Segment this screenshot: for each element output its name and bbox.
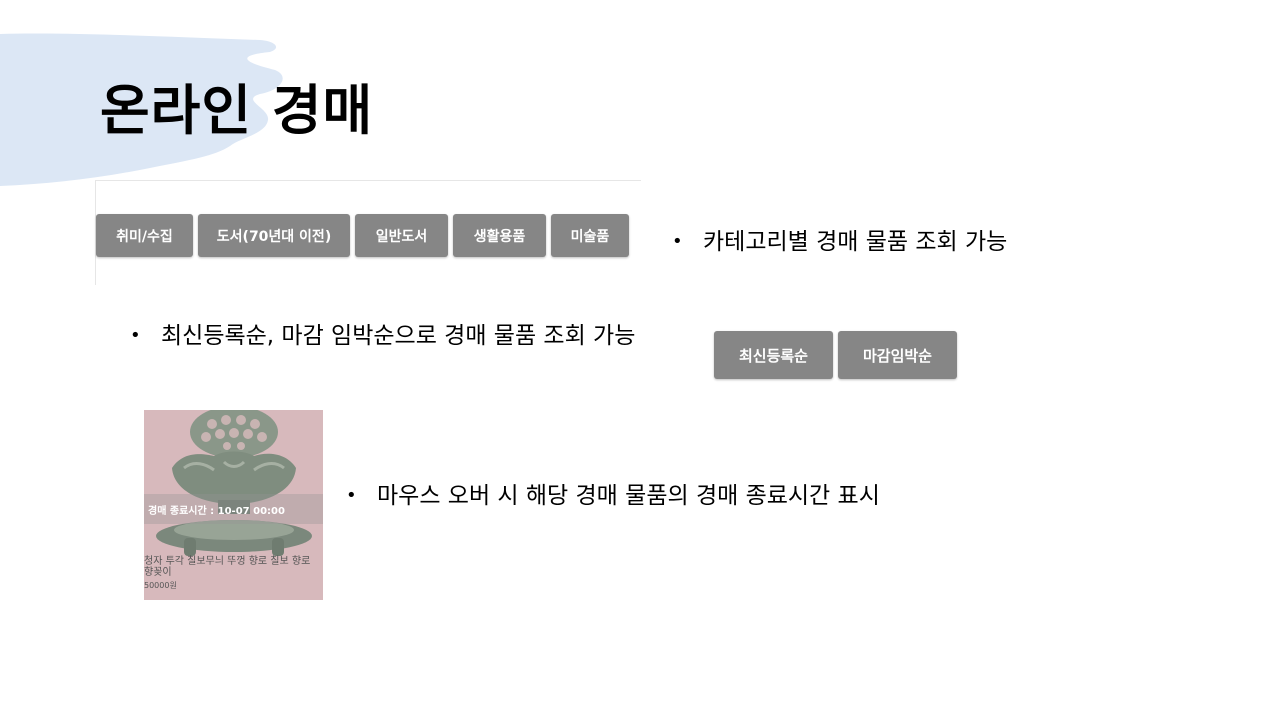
bullet-category-text: 카테고리별 경매 물품 조회 가능: [703, 229, 1008, 255]
category-panel: 취미/수집 도서(70년대 이전) 일반도서 생활용품 미술품: [95, 180, 641, 285]
auction-item-name: 청자 투각 칠보무늬 뚜껑 향로 칠보 향로 향꽂이: [144, 556, 311, 578]
sort-latest-button[interactable]: 최신등록순: [714, 331, 833, 379]
auction-item-card[interactable]: 경매 종료시간 : 10-07 00:00 청자 투각 칠보무늬 뚜껑 향로 칠…: [144, 410, 323, 600]
auction-item-price: 50000원: [144, 581, 177, 590]
category-button-art[interactable]: 미술품: [551, 214, 629, 257]
bullet-sort-text: 최신등록순, 마감 임박순으로 경매 물품 조회 가능: [161, 323, 636, 349]
bullet-hover-text: 마우스 오버 시 해당 경매 물품의 경매 종료시간 표시: [377, 483, 880, 509]
slide-title: 온라인 경매: [100, 79, 374, 142]
bullet-dot-icon: •: [672, 231, 683, 252]
category-button-row: 취미/수집 도서(70년대 이전) 일반도서 생활용품 미술품: [96, 214, 629, 257]
bullet-dot-icon: •: [130, 325, 141, 346]
category-button-general-books[interactable]: 일반도서: [355, 214, 448, 257]
bullet-hover: • 마우스 오버 시 해당 경매 물품의 경매 종료시간 표시: [346, 482, 906, 510]
category-button-old-books[interactable]: 도서(70년대 이전): [198, 214, 350, 257]
bullet-sort: • 최신등록순, 마감 임박순으로 경매 물품 조회 가능: [130, 322, 650, 350]
category-button-hobby[interactable]: 취미/수집: [96, 214, 193, 257]
bullet-dot-icon: •: [346, 485, 357, 506]
bullet-category: • 카테고리별 경매 물품 조회 가능: [672, 228, 1092, 256]
sort-button-row: 최신등록순 마감임박순: [714, 331, 957, 379]
auction-end-time-overlay: 경매 종료시간 : 10-07 00:00: [148, 506, 285, 517]
category-button-household[interactable]: 생활용품: [453, 214, 546, 257]
sort-deadline-button[interactable]: 마감임박순: [838, 331, 957, 379]
